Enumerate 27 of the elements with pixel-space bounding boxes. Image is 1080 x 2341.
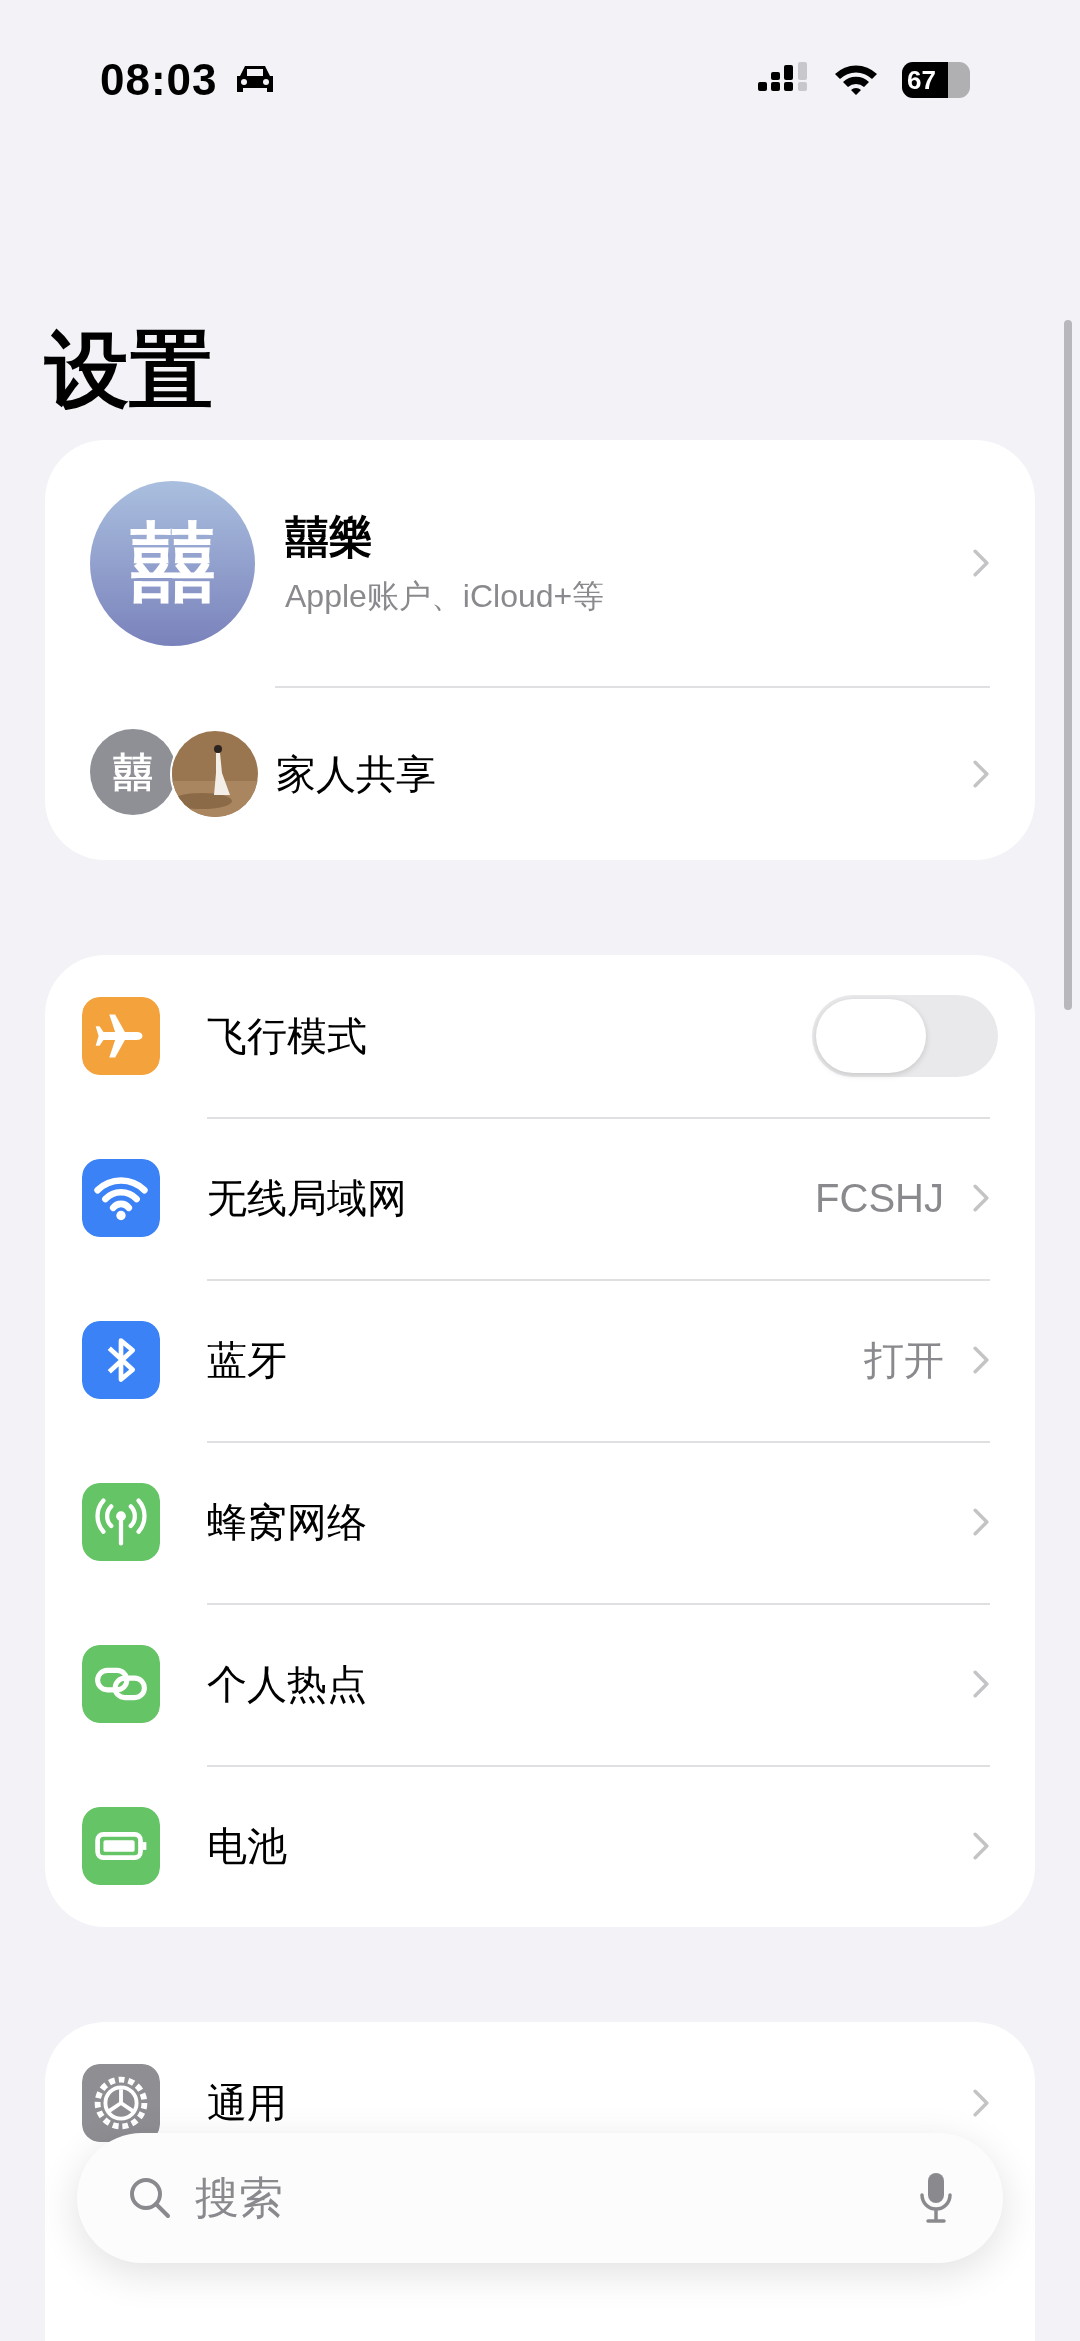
search-field[interactable]: 搜索 — [193, 2172, 899, 2224]
settings-item[interactable]: 蜂窝网络 — [207, 1494, 972, 1550]
chevron-icon — [972, 1670, 990, 1698]
avatar: 囍 — [90, 480, 255, 646]
page-title: 设置 — [45, 322, 213, 419]
row-value: FCSHJ — [815, 1175, 944, 1221]
settings-item[interactable]: 个人热点 — [207, 1656, 972, 1712]
chevron-icon — [972, 1184, 990, 1212]
settings-item[interactable]: 家人共享 — [276, 746, 972, 802]
battery-indicator: 67 — [902, 62, 970, 98]
settings-item[interactable]: 电池 — [207, 1818, 972, 1874]
chevron-icon — [972, 760, 990, 788]
chevron-icon — [972, 1832, 990, 1860]
search-icon — [127, 2175, 173, 2221]
status-time: 08:03 — [100, 55, 218, 105]
settings-item[interactable]: 飞行模式 — [207, 1008, 812, 1064]
chevron-icon — [972, 1508, 990, 1536]
row-value: 打开 — [864, 1336, 944, 1384]
settings-item[interactable]: 蓝牙 — [207, 1332, 864, 1388]
settings-item[interactable]: 通用 — [207, 2075, 972, 2131]
account-subtitle: Apple账户、iCloud+等 — [285, 576, 605, 616]
chevron-icon — [972, 1346, 990, 1374]
account-name[interactable]: 囍樂 — [285, 507, 373, 567]
chevron-icon — [972, 2089, 990, 2117]
settings-item[interactable]: 无线局域网 — [207, 1170, 816, 1226]
chevron-icon — [972, 549, 990, 577]
microphone-icon[interactable] — [919, 2171, 953, 2225]
